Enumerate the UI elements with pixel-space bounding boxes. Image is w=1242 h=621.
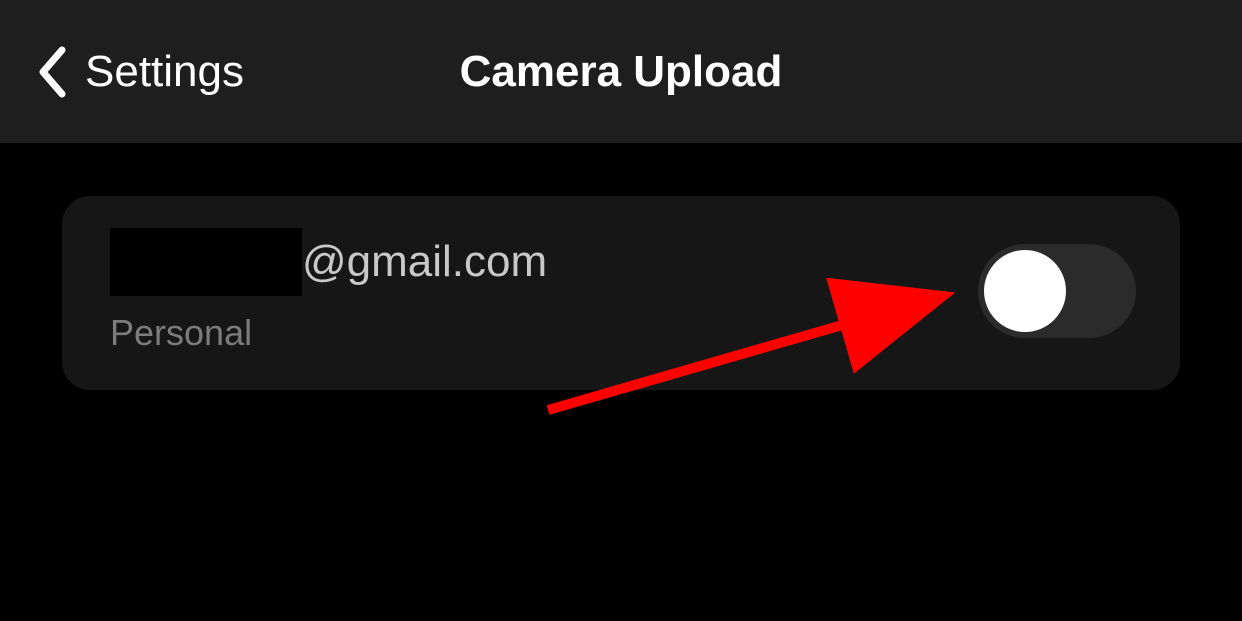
account-email: @gmail.com: [110, 228, 547, 296]
toggle-knob: [984, 250, 1066, 332]
page-title: Camera Upload: [460, 47, 783, 97]
redacted-email-prefix: [110, 228, 302, 296]
account-info: @gmail.com Personal: [110, 228, 547, 354]
content-area: @gmail.com Personal: [0, 143, 1242, 390]
email-domain: @gmail.com: [302, 237, 547, 287]
header-bar: Settings Camera Upload: [0, 0, 1242, 143]
account-type-label: Personal: [110, 312, 547, 354]
back-label: Settings: [85, 47, 244, 97]
camera-upload-toggle[interactable]: [978, 244, 1136, 338]
chevron-left-icon: [37, 46, 67, 98]
account-card: @gmail.com Personal: [62, 196, 1180, 390]
back-button[interactable]: Settings: [37, 46, 244, 98]
